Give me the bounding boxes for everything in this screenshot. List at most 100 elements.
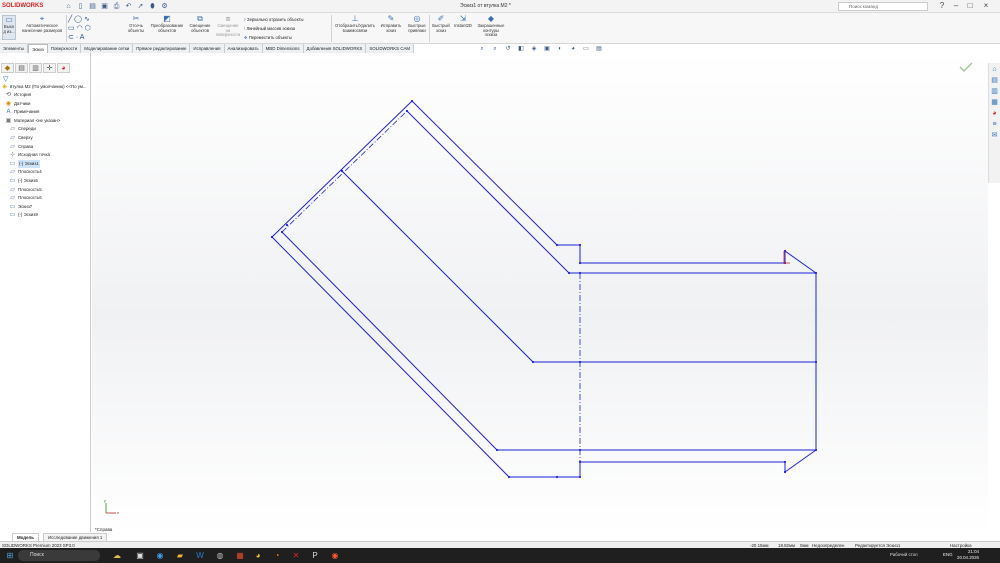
zoom-to-fit-icon[interactable]: ⌕ [478, 46, 486, 53]
view-orientation-icon[interactable]: ◈ [530, 46, 538, 53]
tree-item[interactable]: A Примечания [5, 108, 39, 116]
widgets-icon[interactable]: ☁ [112, 551, 122, 561]
tree-item[interactable]: ▭ (-) Эскиз9 [9, 211, 38, 219]
tab-4[interactable]: Прямое редактирование [133, 44, 191, 53]
appearances-icon[interactable]: ◕ [990, 109, 999, 118]
tab-8[interactable]: Добавления SOLIDWORKS [303, 44, 367, 53]
file-explorer-icon[interactable]: ▥ [990, 87, 999, 96]
exit-sketch-button[interactable]: ▭ Выхо д из... [2, 15, 16, 40]
new-icon[interactable]: ▯ [76, 2, 85, 11]
display-style-icon[interactable]: ▣ [543, 46, 551, 53]
open-icon[interactable]: ▤ [88, 2, 97, 11]
tree-item[interactable]: ⊹ Исходная точка [9, 151, 50, 159]
trim-entities-button[interactable]: ✂ Отсечь объекты [124, 15, 148, 33]
view-palette-icon[interactable]: ▦ [990, 98, 999, 107]
app-icon[interactable]: ◍ [215, 551, 225, 561]
task-view-icon[interactable]: ▣ [135, 551, 145, 561]
tab-5[interactable]: Исправления [190, 44, 225, 53]
linear-pattern-button[interactable]: ⁞ Линейный массив эскиза [244, 24, 330, 33]
tab-6[interactable]: Анализировать [224, 44, 263, 53]
tree-item[interactable]: ▱ Плоскость6 [9, 194, 42, 202]
scene-icon[interactable]: ▭ [582, 46, 590, 53]
forum-icon[interactable]: ✉ [990, 131, 999, 140]
tree-item[interactable]: ▱ Сверху [9, 134, 33, 142]
chrome-icon[interactable]: ◕ [253, 551, 263, 561]
command-search-input[interactable]: Поиск команд [838, 2, 928, 11]
polygon-icon[interactable]: ⬡ [85, 25, 91, 32]
shaded-contours-button[interactable]: ◆ Закрашенные контуры эскиза [476, 15, 506, 38]
section-view-icon[interactable]: ◧ [517, 46, 525, 53]
app2-icon[interactable]: ▦ [235, 551, 245, 561]
repair-sketch-button[interactable]: ✎ Исправить эскиз [378, 15, 404, 33]
tree-item[interactable]: ▱ Плоскость4 [9, 168, 42, 176]
tab-0[interactable]: Элементы [0, 44, 29, 53]
tree-item[interactable]: ▱ Спереди [9, 125, 36, 133]
property-manager-tab-icon[interactable]: ▤ [15, 63, 28, 73]
tree-item[interactable]: ▭ (-) Эскиз5 [9, 177, 38, 185]
undo-icon[interactable]: ↶ [124, 2, 133, 11]
offset-entities-button[interactable]: ⧉ Смещение объектов [186, 15, 214, 33]
tree-item[interactable]: ⟲ История [5, 91, 31, 99]
app3-icon[interactable]: P [310, 551, 320, 561]
minimize-icon[interactable]: – [950, 1, 962, 12]
taskbar-search[interactable]: Поиск [18, 550, 100, 561]
solidworks-taskbar-icon[interactable]: ✕ [291, 551, 301, 561]
rebuild-icon[interactable]: ⬮ [148, 2, 157, 11]
convert-entities-button[interactable]: ◩ Преобразование объектов [148, 15, 186, 33]
tab-2[interactable]: Поверхности [47, 44, 82, 53]
tab-3[interactable]: Моделирование сетки [81, 44, 134, 53]
tree-item[interactable]: ▭ Эскиз7 [9, 203, 33, 211]
dimxpert-tab-icon[interactable]: ✛ [43, 63, 56, 73]
custom-properties-icon[interactable]: ≡ [990, 120, 999, 129]
design-library-icon[interactable]: ▤ [990, 76, 999, 85]
instant2d-button[interactable]: ⇲ Instant2D [452, 15, 474, 29]
resources-icon[interactable]: ⌂ [990, 65, 999, 74]
circle-icon[interactable]: ◯ [74, 16, 82, 23]
sketch-canvas[interactable]: y z [92, 53, 988, 532]
print-icon[interactable]: ⎙ [112, 2, 121, 11]
tree-item[interactable]: ◉ Датчики [5, 100, 31, 108]
previous-view-icon[interactable]: ↺ [504, 46, 512, 53]
tree-root[interactable]: ◈ втулка М2 (По умолчанию) <<По ум... [1, 83, 86, 91]
quick-snaps-button[interactable]: ◎ Быстрые привязки [405, 15, 429, 33]
rapid-sketch-button[interactable]: ✐ Быстрый эскиз [430, 15, 452, 33]
view-settings-icon[interactable]: ▤ [595, 46, 603, 53]
help-icon[interactable]: ? [936, 1, 948, 12]
rectangle-icon[interactable]: ▭ [68, 25, 75, 32]
tree-item[interactable]: ▱ Справа [9, 143, 33, 151]
select-icon[interactable]: ➚ [136, 2, 145, 11]
edge-icon[interactable]: ◉ [155, 551, 165, 561]
filter-icon[interactable]: ▽ [3, 75, 8, 83]
tab-9[interactable]: SOLIDWORKS CAM [366, 44, 415, 53]
tab-1[interactable]: Эскиз [28, 44, 48, 53]
start-icon[interactable]: ⊞ [5, 551, 15, 561]
tree-item[interactable]: ▣ Материал <не указан> [5, 117, 61, 125]
firefox-icon[interactable]: ◔ [272, 551, 282, 561]
text-icon[interactable]: A [80, 34, 85, 41]
spline-icon[interactable]: ∿ [84, 16, 90, 23]
language-indicator[interactable]: ENG [943, 552, 953, 557]
smart-dimension-button[interactable]: ⌖ Автоматическое нанесение размеров [20, 15, 64, 33]
hide-show-icon[interactable]: ◐ [556, 46, 564, 53]
explorer-icon[interactable]: ▰ [175, 551, 185, 561]
options-icon[interactable]: ⚙ [160, 2, 169, 11]
feature-tree-tab-icon[interactable]: ◆ [1, 63, 14, 73]
appearance-icon[interactable]: ◕ [569, 46, 577, 53]
offset-on-surface-button[interactable]: ⧈ Смещение на поверхности [214, 15, 242, 38]
word-icon[interactable]: W [195, 551, 205, 561]
display-manager-tab-icon[interactable]: ◕ [57, 63, 70, 73]
point-icon[interactable]: · [76, 34, 78, 41]
desktop-label[interactable]: Рабочий стол [890, 552, 918, 557]
tree-item[interactable]: ▭ (-) Эскиз1 [9, 159, 40, 168]
line-icon[interactable]: ╱ [68, 16, 72, 23]
app4-icon[interactable]: ◉ [330, 551, 340, 561]
clock[interactable]: 21:04 20.04.2026 [957, 549, 979, 560]
graphics-area[interactable]: y z [92, 53, 988, 532]
close-icon[interactable]: × [980, 1, 992, 12]
slot-icon[interactable]: ⊂ [68, 34, 74, 41]
save-icon[interactable]: ▣ [100, 2, 109, 11]
mirror-entities-button[interactable]: ⫽ Зеркально отразить объекты [244, 15, 330, 24]
tree-item[interactable]: ▱ Плоскость5 [9, 186, 42, 194]
display-relations-button[interactable]: ⊥ Отобразить/Удалить взаимосвязи [333, 15, 377, 33]
maximize-icon[interactable]: □ [964, 1, 976, 12]
